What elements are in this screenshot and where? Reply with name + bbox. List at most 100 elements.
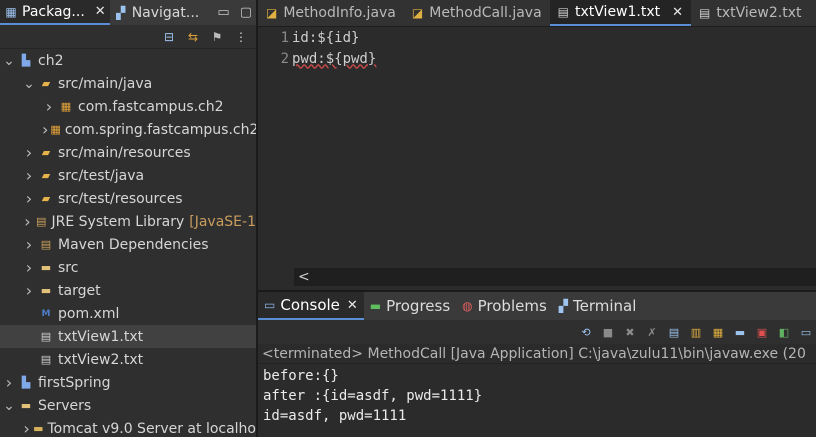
filter-icon[interactable]: ⚑ xyxy=(210,30,224,44)
console-tab-label: Terminal xyxy=(573,297,637,315)
chevron-right-icon[interactable]: › xyxy=(42,98,56,115)
tree-item[interactable]: › ▦ com.fastcampus.ch2 xyxy=(0,95,256,118)
console-tab-label: Problems xyxy=(477,297,547,315)
editor-tab[interactable]: ◪ MethodInfo.java xyxy=(258,0,404,26)
close-icon[interactable]: ✕ xyxy=(347,298,358,313)
tree-item[interactable]: › ▰ src/test/resources xyxy=(0,187,256,210)
tree-item[interactable]: › ▬ src xyxy=(0,256,256,279)
editor-tab[interactable]: ◪ MethodCall.java xyxy=(404,0,550,26)
package-icon: ▦ xyxy=(50,123,61,136)
editor-area: ◪ MethodInfo.java ◪ MethodCall.java ▤ txtView… xyxy=(258,0,816,290)
tree-item-label: ch2 xyxy=(38,52,64,69)
tree-item[interactable]: › ▤ Maven Dependencies xyxy=(0,233,256,256)
horizontal-scrollbar[interactable]: < xyxy=(294,268,816,286)
tree-item-label: src/main/resources xyxy=(58,144,191,161)
console-tab[interactable]: ▞ Terminal xyxy=(553,292,643,320)
server-folder-icon: ▬ xyxy=(33,422,44,435)
relaunch-icon[interactable]: ⟲ xyxy=(578,324,594,340)
console-tab[interactable]: ▭ Console ✕ xyxy=(258,292,364,320)
package-explorer-icon: ▦ xyxy=(5,4,17,19)
tree-item[interactable]: › ▰ src/test/java xyxy=(0,164,256,187)
editor-tab-bar: ◪ MethodInfo.java ◪ MethodCall.java ▤ txtView… xyxy=(258,0,816,27)
chevron-right-icon[interactable]: › xyxy=(2,374,16,391)
editor-tab[interactable]: ▤ txtView1.txt ✕ xyxy=(549,0,692,26)
console-tab-label: Console xyxy=(280,296,340,314)
close-icon[interactable]: ✕ xyxy=(672,5,683,20)
tab-package-explorer[interactable]: ▦ Packag... ✕ xyxy=(0,0,110,25)
chevron-right-icon[interactable]: › xyxy=(22,213,33,230)
tree-item-label: Tomcat v9.0 Server at localho xyxy=(47,420,256,437)
chevron-right-icon[interactable]: › xyxy=(22,420,31,437)
tree-item[interactable]: ▤ txtView2.txt xyxy=(0,348,256,371)
tree-item[interactable]: ⌄ ▰ src/main/java xyxy=(0,72,256,95)
tree-item[interactable]: › ▙ firstSpring xyxy=(0,371,256,394)
tree-item[interactable]: ▤ txtView1.txt xyxy=(0,325,256,348)
folder-icon: ▬ xyxy=(40,261,52,274)
minimize-icon[interactable]: ▭ xyxy=(217,5,229,20)
console-menu-icon[interactable]: ▭ xyxy=(798,324,814,340)
tree-item[interactable]: › ▬ target xyxy=(0,279,256,302)
scroll-lock-icon[interactable]: ▥ xyxy=(688,324,704,340)
tree-item[interactable]: › ▬ Tomcat v9.0 Server at localho xyxy=(0,417,256,437)
console-tab[interactable]: ◍ Problems xyxy=(456,292,553,320)
chevron-right-icon[interactable]: › xyxy=(22,282,36,299)
chevron-down-icon[interactable]: ⌄ xyxy=(22,77,36,91)
tree-item-label: firstSpring xyxy=(38,374,111,391)
problems-icon: ◍ xyxy=(462,299,473,313)
tree-item[interactable]: › ▰ src/main/resources xyxy=(0,141,256,164)
collapse-all-icon[interactable]: ⊟ xyxy=(162,30,176,44)
tree-item-label: txtView1.txt xyxy=(58,328,144,345)
chevron-right-icon[interactable]: › xyxy=(42,121,48,138)
remove-launch-icon[interactable]: ✖ xyxy=(622,324,638,340)
chevron-down-icon[interactable]: ⌄ xyxy=(2,399,16,413)
tree-item[interactable]: › ▦ com.spring.fastcampus.ch2 xyxy=(0,118,256,141)
chevron-right-icon[interactable]: › xyxy=(22,167,36,184)
console-tab[interactable]: ▬ Progress xyxy=(364,292,456,320)
output-line: after :{id=asdf, pwd=1111} xyxy=(263,388,483,404)
chevron-right-icon[interactable]: › xyxy=(22,236,36,253)
console-status: <terminated> MethodCall [Java Applicatio… xyxy=(258,344,816,364)
tree-item-label: src/main/java xyxy=(58,75,153,92)
maven-project-icon: ▙ xyxy=(21,54,31,67)
tree-item-label: Servers xyxy=(38,397,92,414)
code-area[interactable]: 1 id:${id} 2 pwd:${pwd} xyxy=(258,27,816,268)
maximize-icon[interactable]: ▢ xyxy=(240,5,252,20)
chevron-right-icon[interactable]: › xyxy=(22,190,36,207)
folder-icon: ▬ xyxy=(20,399,32,412)
tab-navigator[interactable]: ▞ Navigat... xyxy=(110,0,204,25)
tree-item[interactable]: Mpom.xml xyxy=(0,302,256,325)
text-file-icon: ▤ xyxy=(40,330,52,343)
remove-all-terminated-icon[interactable]: ✗ xyxy=(644,324,660,340)
package-icon: ▦ xyxy=(60,100,72,113)
java-file-icon: ◪ xyxy=(411,6,424,20)
terminate-icon[interactable]: ■ xyxy=(600,324,616,340)
code-line: 1 id:${id} xyxy=(258,27,816,48)
line-number: 1 xyxy=(280,29,289,46)
display-selected-console-icon[interactable]: ▣ xyxy=(754,324,770,340)
console-output[interactable]: before:{} after :{id=asdf, pwd=1111} id=… xyxy=(258,364,816,426)
pin-console-icon[interactable]: ▬ xyxy=(732,324,748,340)
clear-console-icon[interactable]: ▤ xyxy=(666,324,682,340)
editor-tab-label: MethodInfo.java xyxy=(283,5,396,21)
folder-icon: ▬ xyxy=(40,284,52,297)
explorer-toolbar: ⊟ ⇆ ⚑ ⋮ xyxy=(0,25,256,49)
code-line: 2 pwd:${pwd} xyxy=(258,48,816,69)
console-panel: ▭ Console ✕ ▬ Progress ◍ Problems ▞ Terminal ⟲ ■… xyxy=(258,292,816,437)
chevron-right-icon[interactable]: › xyxy=(22,144,36,161)
word-wrap-icon[interactable]: ▦ xyxy=(710,324,726,340)
close-icon[interactable]: ✕ xyxy=(95,4,106,19)
link-with-editor-icon[interactable]: ⇆ xyxy=(186,30,200,44)
editor-tab-label: txtView1.txt xyxy=(575,4,661,20)
text-file-icon: ▤ xyxy=(557,5,570,19)
chevron-down-icon[interactable]: ⌄ xyxy=(2,54,16,68)
left-tab-bar: ▦ Packag... ✕ ▞ Navigat... ▭ ▢ xyxy=(0,0,256,25)
tree-item[interactable]: ⌄ ▬ Servers xyxy=(0,394,256,417)
chevron-right-icon[interactable]: › xyxy=(22,259,36,276)
package-explorer-panel: ▦ Packag... ✕ ▞ Navigat... ▭ ▢ ⊟ ⇆ ⚑ ⋮ ⌄… xyxy=(0,0,257,437)
editor-tab[interactable]: ▤ txtView2.txt xyxy=(691,0,809,26)
tree-item[interactable]: ⌄ ▙ ch2 xyxy=(0,49,256,72)
scroll-left-arrow[interactable]: < xyxy=(298,269,310,285)
view-menu-icon[interactable]: ⋮ xyxy=(234,30,248,44)
tree-item[interactable]: › ▤ JRE System Library [JavaSE-1 xyxy=(0,210,256,233)
open-console-icon[interactable]: ◧ xyxy=(776,324,792,340)
